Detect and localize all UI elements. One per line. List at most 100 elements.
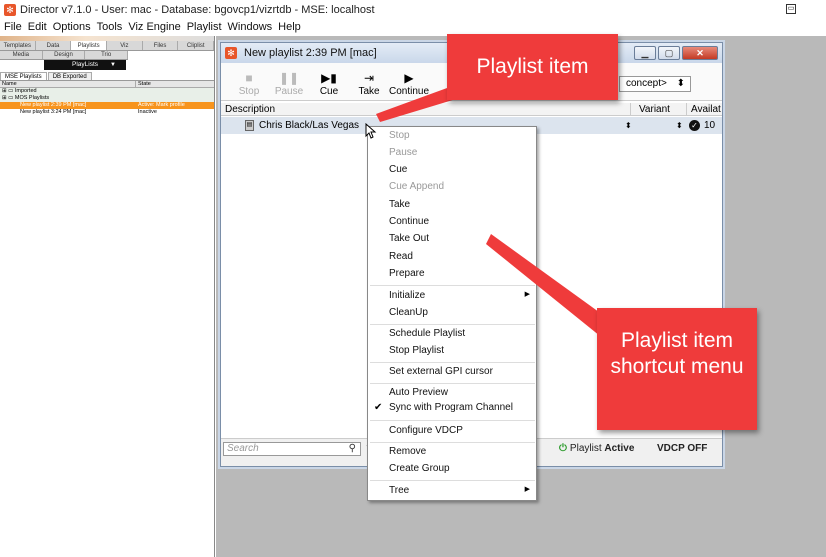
close-button[interactable]: ✕ xyxy=(682,46,718,60)
menu-item-cue[interactable]: Cue xyxy=(389,163,407,177)
menu-item-sync-with-program-channel[interactable]: Sync with Program Channel xyxy=(389,401,513,415)
pause-icon: ❚❚ xyxy=(278,71,300,85)
vdcp-status: VDCP OFF xyxy=(657,443,708,454)
window-title: Director v7.1.0 - User: mac - Database: … xyxy=(20,3,375,16)
column-available[interactable]: Availat xyxy=(687,103,722,116)
menu-item-tree[interactable]: Tree xyxy=(389,484,409,498)
menu-help[interactable]: Help xyxy=(278,21,301,33)
menu-item-read[interactable]: Read xyxy=(389,250,413,264)
tab-playlists[interactable]: Playlists xyxy=(71,41,108,50)
folder-icon: ▭ xyxy=(8,95,14,101)
menu-item-remove[interactable]: Remove xyxy=(389,445,426,459)
menu-item-prepare[interactable]: Prepare xyxy=(389,267,425,281)
menu-item-cue-append[interactable]: Cue Append xyxy=(389,180,444,194)
menu-edit[interactable]: Edit xyxy=(28,21,47,33)
folder-icon: ▭ xyxy=(8,88,14,94)
menu-item-auto-preview[interactable]: Auto Preview xyxy=(389,386,448,400)
menu-viz-engine[interactable]: Viz Engine xyxy=(128,21,180,33)
stop-label: Stop xyxy=(238,86,260,97)
cue-label: Cue xyxy=(319,86,339,97)
menu-item-set-external-gpi-cursor[interactable]: Set external GPI cursor xyxy=(389,365,493,379)
menu-separator xyxy=(370,383,535,384)
left-panel: Templates Data Playlists Viz Files Clipl… xyxy=(0,36,215,557)
tab-data[interactable]: Data xyxy=(36,41,72,50)
menu-options[interactable]: Options xyxy=(53,21,91,33)
playlist-row[interactable]: New playlist 3:24 PM [mac] Inactive xyxy=(0,109,214,116)
expand-icon[interactable]: ⊞ xyxy=(2,88,7,94)
stop-button[interactable]: ■ Stop xyxy=(229,70,269,100)
tab-design[interactable]: Design xyxy=(43,51,86,59)
playlist-grid-header: Name State xyxy=(0,81,214,88)
tab-media[interactable]: Media xyxy=(0,51,43,59)
pause-label: Pause xyxy=(274,86,304,97)
menu-separator xyxy=(370,480,535,481)
menu-windows[interactable]: Windows xyxy=(228,21,273,33)
restore-icon[interactable]: ▭ xyxy=(786,4,796,14)
continue-icon: ▶ xyxy=(404,71,414,85)
menu-item-cleanup[interactable]: CleanUp xyxy=(389,306,428,320)
tab-cliplist[interactable]: Cliplist xyxy=(178,41,215,50)
tab-viz[interactable]: Viz xyxy=(107,41,143,50)
expand-icon[interactable]: ⊞ xyxy=(2,95,7,101)
take-icon: ⇥ xyxy=(363,71,375,85)
row-state: Inactive xyxy=(138,109,157,115)
cue-button[interactable]: ▶▮ Cue xyxy=(309,70,349,100)
minimize-button[interactable]: ▁ xyxy=(634,46,656,60)
resource-tabs-row2: Media Design Trio xyxy=(0,51,129,60)
menu-file[interactable]: File xyxy=(4,21,22,33)
tab-files[interactable]: Files xyxy=(143,41,179,50)
menu-item-take-out[interactable]: Take Out xyxy=(389,232,429,246)
tab-templates[interactable]: Templates xyxy=(0,41,36,50)
column-name[interactable]: Name xyxy=(0,81,136,87)
concept-select[interactable]: concept> ⬍ xyxy=(619,76,691,92)
power-icon: ⏻ xyxy=(559,443,567,454)
search-icon[interactable]: ⚲ xyxy=(349,443,356,455)
menu-item-take[interactable]: Take xyxy=(389,198,410,212)
resource-tabs: Templates Data Playlists Viz Files Clipl… xyxy=(0,41,215,51)
playlist-status: ⏻ Playlist Active xyxy=(559,443,634,454)
playlist-row-selected[interactable]: New playlist 2:39 PM [mac] Active: Mark … xyxy=(0,102,214,109)
menu-item-initialize[interactable]: Initialize xyxy=(389,289,425,303)
playlist-column-header: Description Variant Availat xyxy=(221,103,722,116)
chevron-down-icon: ▼ xyxy=(110,62,116,68)
column-variant[interactable]: Variant xyxy=(635,103,687,116)
maximize-button[interactable]: ▢ xyxy=(658,46,680,60)
available-count: 10 xyxy=(704,120,716,131)
stop-icon: ■ xyxy=(245,71,253,85)
pause-button[interactable]: ❚❚ Pause xyxy=(269,70,309,100)
tab-db-exported[interactable]: DB Exported xyxy=(47,72,92,80)
concept-value: concept> xyxy=(626,78,667,89)
search-input[interactable]: Search ⚲ xyxy=(223,442,361,456)
menu-item-configure-vdcp[interactable]: Configure VDCP xyxy=(389,424,463,438)
menu-separator xyxy=(370,420,535,421)
menu-item-stop-playlist[interactable]: Stop Playlist xyxy=(389,344,444,358)
row-state: Active: Mark profile xyxy=(138,102,185,108)
tree-folder-row[interactable]: ⊞ ▭ Imported xyxy=(0,88,214,95)
playlist-name: New playlist 3:24 PM [mac] xyxy=(20,109,87,115)
tab-trio[interactable]: Trio xyxy=(85,51,129,59)
playlist-window-title: New playlist 2:39 PM [mac] xyxy=(244,47,377,59)
take-button[interactable]: ⇥ Take xyxy=(349,70,389,100)
row-state xyxy=(136,95,214,102)
menu-item-schedule-playlist[interactable]: Schedule Playlist xyxy=(389,327,465,341)
updown-icon: ⬍ xyxy=(676,78,685,89)
continue-button[interactable]: ▶ Continue xyxy=(389,70,429,100)
menu-item-create-group[interactable]: Create Group xyxy=(389,462,450,476)
director-app-icon: ✻ xyxy=(225,47,237,59)
submenu-arrow-icon: ▶ xyxy=(524,486,530,493)
menu-item-pause[interactable]: Pause xyxy=(389,146,417,160)
menu-tools[interactable]: Tools xyxy=(97,21,123,33)
updown-icon[interactable]: ⬍ xyxy=(625,117,632,134)
tab-mse-playlists[interactable]: MSE Playlists xyxy=(0,72,47,80)
playlist-item-name: Chris Black/Las Vegas xyxy=(259,120,360,131)
menu-item-stop[interactable]: Stop xyxy=(389,129,410,143)
mouse-cursor-icon xyxy=(365,123,377,139)
menu-item-continue[interactable]: Continue xyxy=(389,215,429,229)
column-description[interactable]: Description xyxy=(221,103,631,116)
updown-icon[interactable]: ⬍ xyxy=(676,117,683,134)
menu-playlist[interactable]: Playlist xyxy=(187,21,222,33)
column-state[interactable]: State xyxy=(136,81,214,87)
tree-folder-row[interactable]: ⊞ ▭ MOS Playlists xyxy=(0,95,214,102)
callout-playlist-item: Playlist item xyxy=(447,34,618,100)
playlists-dropdown[interactable]: PlayLists ▼ xyxy=(44,60,126,70)
